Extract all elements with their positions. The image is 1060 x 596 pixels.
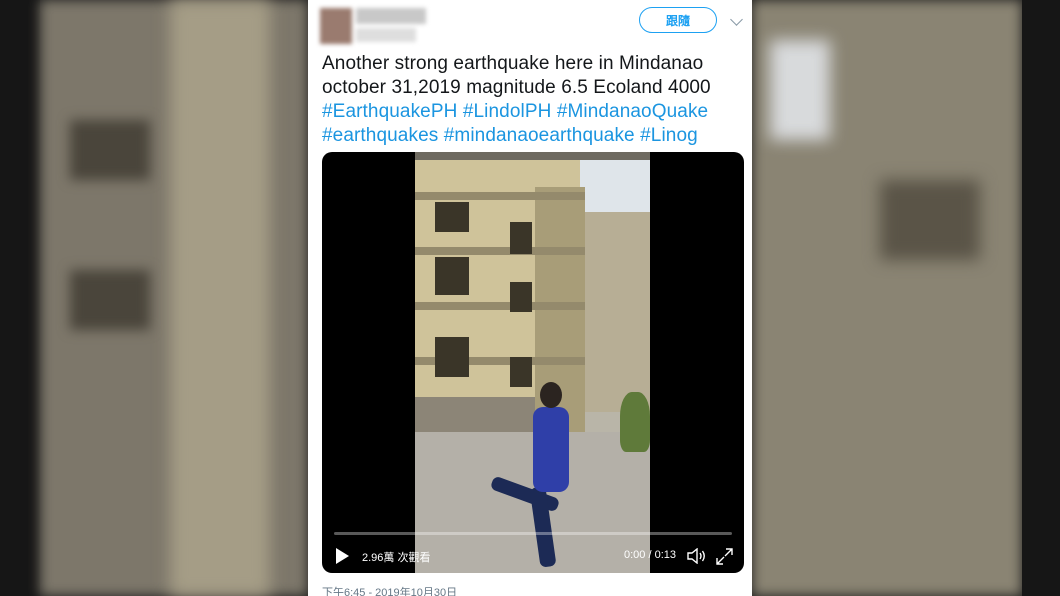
play-icon[interactable] (336, 548, 349, 564)
video-player[interactable]: 2.96萬 次觀看 0:00 / 0:13 (322, 152, 744, 573)
hashtag-line: #EarthquakePH #LindolPH #MindanaoQuake (322, 100, 748, 124)
tweet-text: Another strong earthquake here in Mindan… (322, 52, 748, 148)
blurred-avatar[interactable] (320, 4, 430, 48)
follow-button[interactable]: 跟隨 (639, 7, 717, 33)
tweet-line: october 31,2019 magnitude 6.5 Ecoland 40… (322, 77, 711, 98)
hashtag-link[interactable]: #mindanaoearthquake (444, 125, 635, 146)
view-count: 2.96萬 次觀看 (362, 552, 431, 564)
volume-icon[interactable] (687, 548, 707, 564)
tweet-timestamp[interactable]: 下午6:45 - 2019年10月30日 (322, 584, 457, 596)
hashtag-line: #earthquakes #mindanaoearthquake #Linog (322, 124, 748, 148)
video-frame (415, 152, 650, 573)
chevron-down-icon[interactable] (730, 13, 743, 26)
hashtag-link[interactable]: #earthquakes (322, 125, 438, 146)
fullscreen-icon[interactable] (716, 548, 733, 565)
video-progress-bar[interactable] (334, 532, 732, 535)
hashtag-link[interactable]: #LindolPH (463, 101, 552, 122)
hashtag-link[interactable]: #Linog (640, 125, 698, 146)
hashtag-link[interactable]: #MindanaoQuake (557, 101, 708, 122)
hashtag-link[interactable]: #EarthquakePH (322, 101, 457, 122)
video-time: 0:00 / 0:13 (624, 549, 676, 561)
tweet-line: Another strong earthquake here in Mindan… (322, 53, 704, 74)
tweet-card: 跟隨 Another strong earthquake here in Min… (308, 0, 752, 596)
